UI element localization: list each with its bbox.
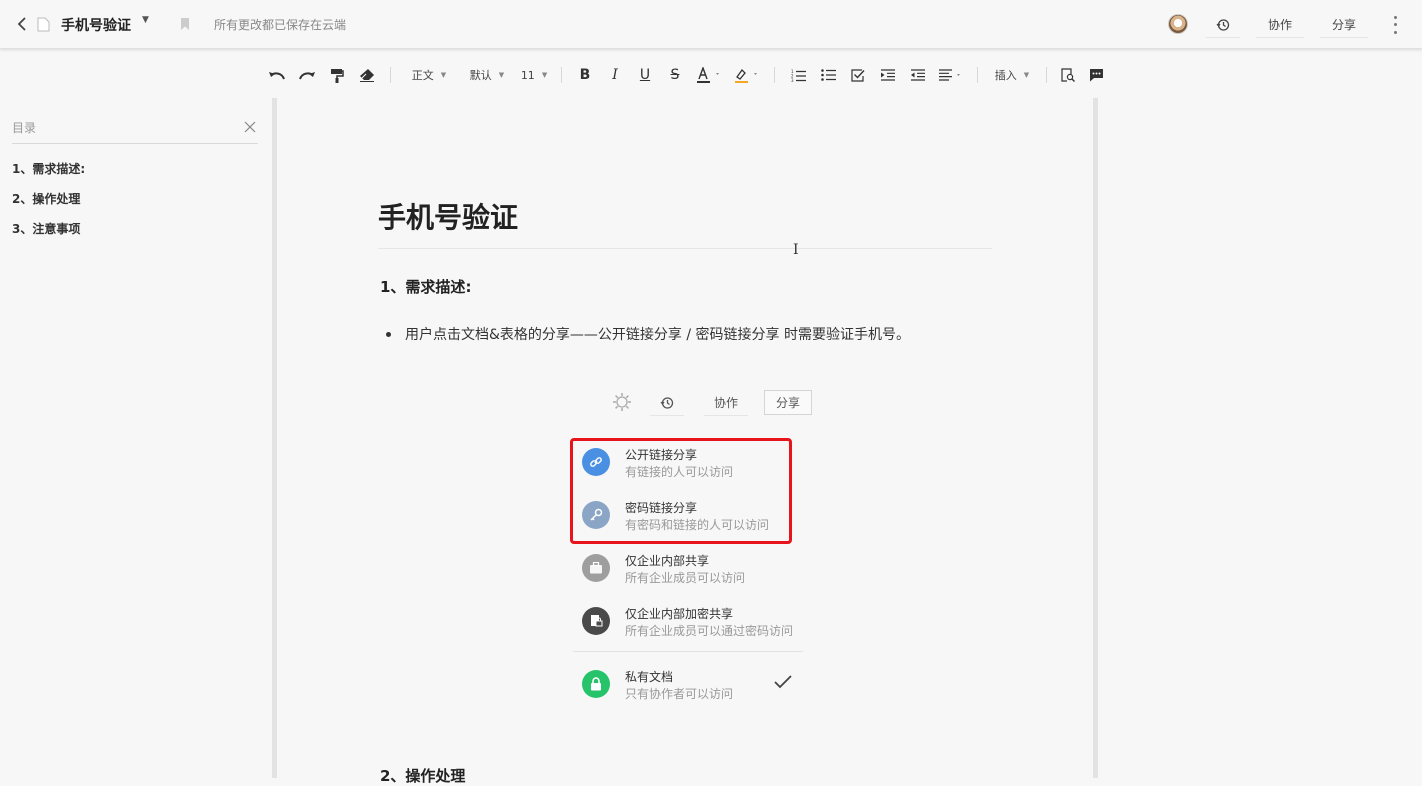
chevron-down-icon: ▼ (1023, 71, 1030, 79)
section-heading[interactable]: 2、操作处理 (380, 765, 465, 786)
insert-menu[interactable]: 插入 ▼ (986, 63, 1038, 87)
back-icon[interactable] (14, 14, 30, 34)
toolbar-divider (1046, 67, 1047, 83)
doc-title-header[interactable]: 手机号验证 (61, 15, 131, 35)
share-option-enterprise: 仅企业内部共享 所有企业成员可以访问 (582, 548, 812, 588)
format-painter-icon[interactable] (322, 63, 352, 87)
share-button[interactable]: 分享 (1320, 12, 1369, 38)
option-title: 私有文档 (625, 670, 674, 684)
top-bar: 手机号验证 ▼ 所有更改都已保存在云端 协作 分享 (0, 0, 1422, 49)
text-cursor-icon: I (793, 242, 799, 258)
toolbar-divider (774, 67, 775, 83)
collab-button[interactable]: 协作 (1256, 12, 1305, 38)
font-size-label: 11 (520, 68, 535, 82)
chevron-down-icon: ▼ (498, 71, 505, 79)
indent-icon[interactable] (873, 63, 903, 87)
option-title: 仅企业内部加密共享 (625, 607, 734, 621)
history-icon[interactable] (1206, 12, 1240, 38)
option-subtitle: 所有企业成员可以通过密码访问 (625, 624, 794, 638)
share-option-enterprise-encrypted: 仅企业内部加密共享 所有企业成员可以通过密码访问 (582, 601, 812, 641)
toolbar-divider (561, 67, 562, 83)
save-status: 所有更改都已保存在云端 (214, 18, 347, 32)
align-icon[interactable] (933, 63, 969, 87)
section-heading[interactable]: 1、需求描述: (380, 276, 471, 297)
comment-icon[interactable] (1081, 63, 1111, 87)
mock-share-button: 分享 (764, 390, 812, 415)
bullet-item[interactable]: 用户点击文档&表格的分享——公开链接分享 / 密码链接分享 时需要验证手机号。 (386, 324, 910, 344)
chevron-down-icon: ▼ (440, 71, 447, 79)
mock-divider (573, 651, 803, 652)
gear-icon (612, 392, 632, 412)
toolbar-divider (390, 67, 391, 83)
format-toolbar: 正文 ▼ 默认 ▼ 11 ▼ B I U S 123 插入 ▼ (262, 62, 1111, 88)
embedded-share-menu-image[interactable]: 协作 分享 公开链接分享 有链接的人可以访问 密码链接分享 有密码和链接的人可以… (570, 386, 820, 716)
checkmark-icon (774, 674, 792, 693)
share-option-private: 私有文档 只有协作者可以访问 (582, 664, 812, 704)
toolbar-divider (977, 67, 978, 83)
option-subtitle: 只有协作者可以访问 (625, 687, 734, 701)
font-size-select[interactable]: 11 ▼ (515, 63, 553, 87)
close-icon[interactable] (244, 118, 256, 133)
insert-label: 插入 (994, 69, 1017, 82)
font-family-select[interactable]: 默认 ▼ (459, 63, 515, 87)
italic-icon[interactable]: I (600, 63, 630, 87)
chevron-down-icon: ▼ (541, 71, 548, 79)
highlight-color-icon[interactable] (728, 63, 766, 87)
history-icon (650, 390, 684, 416)
paragraph-style-select[interactable]: 正文 ▼ (399, 63, 459, 87)
paragraph-style-label: 正文 (411, 69, 434, 82)
strikethrough-icon[interactable]: S (660, 63, 690, 87)
svg-text:3: 3 (791, 78, 794, 82)
bullet-list-icon[interactable] (813, 63, 843, 87)
toc-header: 目录 (12, 112, 258, 144)
mock-collab-button: 协作 (704, 390, 748, 416)
clear-format-icon[interactable] (352, 63, 382, 87)
find-replace-icon[interactable] (1055, 63, 1081, 87)
lock-doc-icon (582, 607, 610, 635)
toc-item[interactable]: 2、操作处理 (12, 184, 258, 214)
avatar[interactable] (1168, 14, 1188, 34)
more-icon[interactable] (1388, 14, 1402, 36)
title-divider (378, 248, 992, 249)
document-icon (37, 17, 50, 32)
table-of-contents: 目录 1、需求描述: 2、操作处理 3、注意事项 (12, 112, 258, 244)
lock-icon (582, 670, 610, 698)
bold-icon[interactable]: B (570, 63, 600, 87)
toc-item[interactable]: 3、注意事项 (12, 214, 258, 244)
checklist-icon[interactable] (843, 63, 873, 87)
bookmark-icon[interactable] (180, 16, 190, 30)
document-title[interactable]: 手机号验证 (378, 196, 518, 236)
redo-icon[interactable] (292, 63, 322, 87)
font-family-label: 默认 (469, 69, 492, 82)
undo-icon[interactable] (262, 63, 292, 87)
title-dropdown-icon[interactable]: ▼ (142, 15, 149, 25)
toc-title: 目录 (12, 121, 37, 135)
briefcase-icon (582, 554, 610, 582)
bullet-text: 用户点击文档&表格的分享——公开链接分享 / 密码链接分享 时需要验证手机号。 (405, 327, 910, 343)
option-subtitle: 所有企业成员可以访问 (625, 571, 746, 585)
outdent-icon[interactable] (903, 63, 933, 87)
toc-item[interactable]: 1、需求描述: (12, 154, 258, 184)
text-color-icon[interactable] (690, 63, 728, 87)
underline-icon[interactable]: U (630, 63, 660, 87)
bullet-dot (386, 331, 391, 337)
highlight-annotation-box (570, 438, 792, 544)
option-title: 仅企业内部共享 (625, 554, 710, 568)
ordered-list-icon[interactable]: 123 (783, 63, 813, 87)
